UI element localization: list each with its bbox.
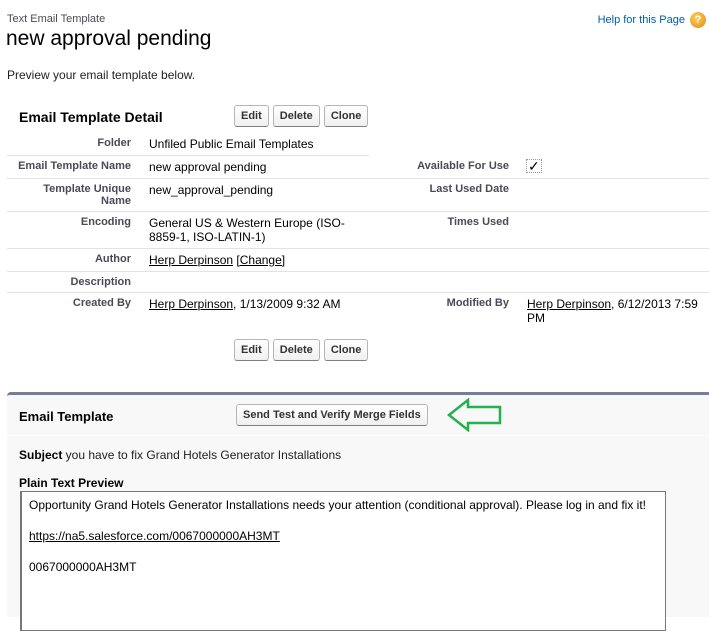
template-name-label: Email Template Name [7,155,143,179]
modified-by-label: Modified By [446,297,509,309]
description-value [143,271,369,293]
delete-button-bottom[interactable]: Delete [272,339,320,361]
clone-button-bottom[interactable]: Clone [323,339,369,361]
preview-link[interactable]: https://na5.salesforce.com/0067000000AH3… [29,529,280,543]
folder-value: Unfiled Public Email Templates [143,133,369,156]
author-link[interactable]: Herp Derpinson [149,253,233,267]
unique-name-label: Template Unique Name [7,178,143,212]
available-label: Available For Use [369,155,521,179]
unique-name-value: new_approval_pending [143,178,369,212]
modified-by-user-link[interactable]: Herp Derpinson [527,297,611,311]
encoding-value: General US & Western Europe (ISO-8859-1,… [143,211,369,249]
folder-label: Folder [7,133,143,156]
intro-text: Preview your email template below. [7,68,196,82]
page-type-label: Text Email Template [7,13,106,25]
created-by-label: Created By [72,297,131,309]
subject-line: Subject you have to fix Grand Hotels Gen… [19,448,341,462]
help-link-container[interactable]: Help for this Page ? [598,12,706,28]
last-used-value [521,178,709,212]
help-link[interactable]: Help for this Page [598,14,685,26]
times-used-value [521,211,709,249]
plain-text-preview-label: Plain Text Preview [19,476,124,490]
subject-label: Subject [19,448,63,462]
created-date: , 1/13/2009 9:32 AM [233,297,341,311]
question-mark-icon[interactable]: ? [690,12,706,28]
description-label: Description [7,271,143,293]
template-name-value: new approval pending [143,155,369,179]
edit-button[interactable]: Edit [234,105,269,127]
times-used-label: Times Used [369,211,521,249]
page-title: new approval pending [6,27,212,50]
detail-section-title: Email Template Detail [19,109,163,125]
change-author-link[interactable]: [Change] [236,253,285,267]
send-test-button[interactable]: Send Test and Verify Merge Fields [236,404,428,426]
preview-line: 0067000000AH3MT [29,560,137,574]
email-template-title: Email Template [19,409,114,424]
delete-button[interactable]: Delete [272,105,320,127]
bottom-button-bar: Edit Delete Clone [234,339,369,361]
top-button-bar: Edit Delete Clone [234,105,369,127]
author-label: Author [7,248,143,272]
subject-value: you have to fix Grand Hotels Generator I… [62,448,342,462]
created-by-user-link[interactable]: Herp Derpinson [149,297,233,311]
preview-line: Opportunity Grand Hotels Generator Insta… [29,498,647,512]
last-used-label: Last Used Date [369,178,521,212]
encoding-label: Encoding [7,211,143,249]
checkmark-icon: ✓ [526,157,542,174]
plain-text-preview: Opportunity Grand Hotels Generator Insta… [20,491,666,631]
email-template-panel: Email Template Send Test and Verify Merg… [7,392,709,631]
panel-header: Email Template Send Test and Verify Merg… [7,395,709,436]
clone-button[interactable]: Clone [323,105,369,127]
annotation-arrow-icon [447,398,502,432]
edit-button-bottom[interactable]: Edit [234,339,269,361]
detail-table: Folder Unfiled Public Email Templates Em… [7,133,709,329]
